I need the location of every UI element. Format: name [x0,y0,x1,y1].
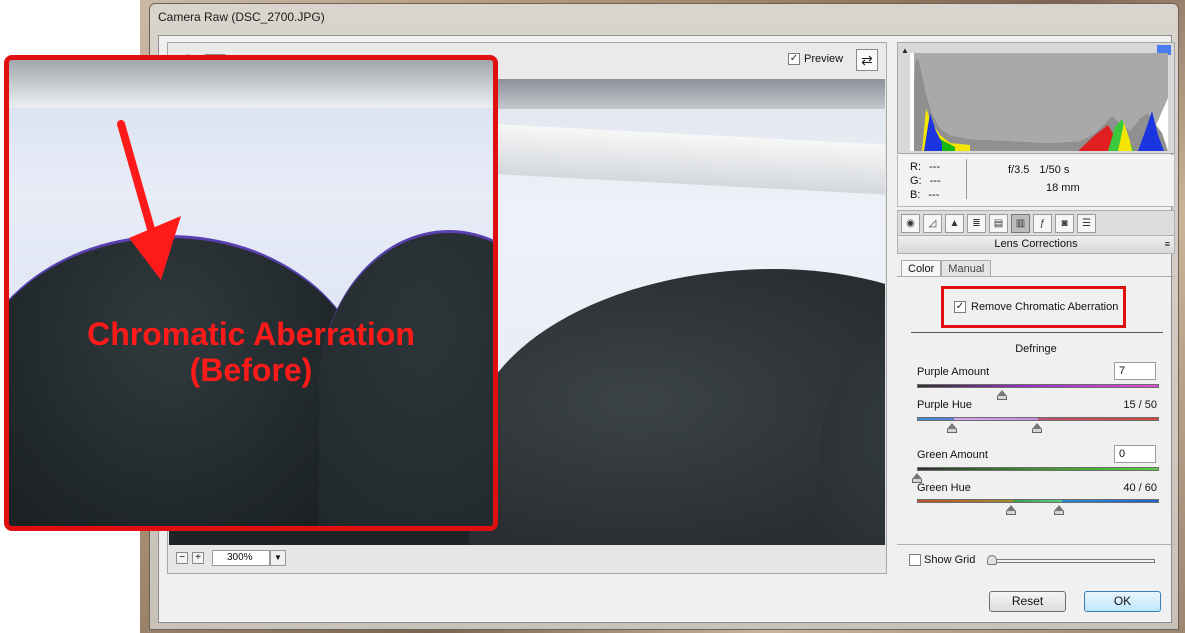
presets-icon[interactable]: ☰ [1077,213,1096,233]
reset-button[interactable]: Reset [989,591,1066,612]
annotation-line-1: Chromatic Aberration [87,316,415,352]
green-amount-label: Green Amount [917,449,988,461]
panel-tab-strip: ◉ ◿ ▲ ≣ ▤ ▥ ƒ ◙ ☰ [897,210,1175,236]
preview-toggle[interactable]: ✓ Preview [788,53,843,65]
purple-amount-slider[interactable] [917,384,1159,388]
basic-icon[interactable]: ◉ [901,213,920,233]
annotation-line-2: (Before) [189,352,313,388]
arrow-icon [117,120,181,280]
grid-size-thumb[interactable] [987,555,997,565]
zoom-out-button[interactable]: − [176,552,188,564]
zoom-level-field[interactable]: 300% [212,550,270,566]
lens-subtabs: Color Manual [901,260,992,277]
green-hue-label: Green Hue [917,482,971,494]
effects-icon[interactable]: ƒ [1033,213,1052,233]
purple-hue-value: 15 / 50 [1123,399,1157,411]
r-label: R: [910,161,921,173]
readout-divider [966,159,967,199]
remove-chromatic-aberration-label: Remove Chromatic Aberration [971,301,1119,313]
green-hue-slider[interactable] [917,499,1159,503]
rgb-exif-readout: R: --- G: --- B: --- f/3.5 1/50 s 18 mm [897,155,1175,207]
g-label: G: [910,175,922,187]
purple-amount-input[interactable]: 7 [1114,362,1156,380]
defringe-heading: Defringe [1015,343,1057,355]
show-grid-label: Show Grid [924,554,976,566]
tab-manual[interactable]: Manual [941,260,992,277]
window-title: Camera Raw (DSC_2700.JPG) [158,10,325,24]
show-grid-checkbox[interactable] [909,554,921,566]
shadow-clipping-icon[interactable]: ▲ [901,46,909,55]
fullscreen-toggle-icon[interactable]: ⇄ [856,49,878,71]
b-value: --- [928,189,940,201]
preview-label: Preview [804,53,844,65]
annotation-text: Chromatic Aberration (Before) [9,316,493,388]
grid-controls: Show Grid [897,544,1175,574]
b-label: B: [910,189,921,201]
green-amount-input[interactable]: 0 [1114,445,1156,463]
lens-corrections-icon[interactable]: ▥ [1011,213,1030,233]
camera-calibration-icon[interactable]: ◙ [1055,213,1074,233]
right-panel: ▲ R: --- G: --- B: --- f/3.5 1/50 s 18 m… [897,42,1175,574]
grid-size-slider[interactable] [993,559,1155,563]
r-value: --- [929,161,940,173]
zoom-in-button[interactable]: + [192,552,204,564]
detail-icon[interactable]: ▲ [945,213,964,233]
tab-color[interactable]: Color [901,260,942,277]
panel-title: Lens Corrections [994,238,1078,250]
shutter-value: 1/50 s [1039,164,1070,176]
zoomed-inset-callout: Chromatic Aberration (Before) [4,55,498,531]
purple-hue-label: Purple Hue [917,399,973,411]
panel-menu-icon[interactable]: ≡ [1165,236,1170,252]
zoom-bar: − + 300% ▼ [168,545,886,573]
green-amount-slider[interactable] [917,467,1159,471]
zoom-dropdown-icon[interactable]: ▼ [270,550,286,566]
green-hue-value: 40 / 60 [1123,482,1157,494]
show-grid-toggle[interactable]: Show Grid [909,554,975,566]
rgb-readout: R: --- G: --- B: --- [910,160,941,202]
ok-button[interactable]: OK [1084,591,1161,612]
tone-curve-icon[interactable]: ◿ [923,213,942,233]
split-toning-icon[interactable]: ▤ [989,213,1008,233]
histogram-plot [910,53,1168,151]
color-tab-content: ✓ Remove Chromatic Aberration Defringe P… [897,276,1175,544]
purple-hue-slider[interactable] [917,417,1159,421]
purple-amount-label: Purple Amount [917,366,990,378]
histogram-graph [910,53,1168,151]
preview-checkbox[interactable]: ✓ [788,53,800,65]
remove-chromatic-aberration-highlight[interactable]: ✓ Remove Chromatic Aberration [941,286,1126,328]
remove-chromatic-aberration-checkbox[interactable]: ✓ [954,301,966,313]
histogram: ▲ [897,42,1175,154]
exif-readout: f/3.5 1/50 s 18 mm [1008,161,1080,197]
g-value: --- [929,175,941,187]
inset-railing [9,60,493,108]
section-divider [911,332,1163,333]
panel-header: Lens Corrections ≡ [897,236,1175,254]
focal-length-value: 18 mm [1046,182,1080,194]
aperture-value: f/3.5 [1008,164,1030,176]
hsl-icon[interactable]: ≣ [967,213,986,233]
